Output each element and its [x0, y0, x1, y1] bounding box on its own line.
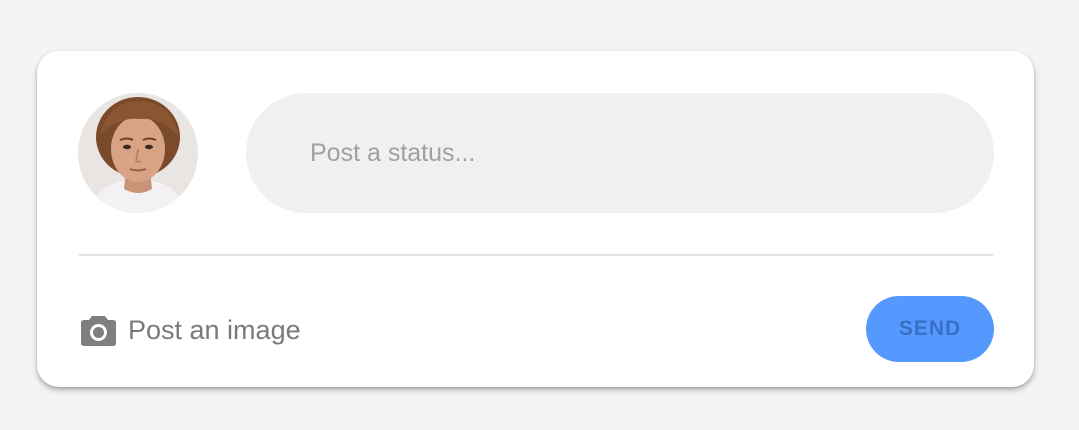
divider: [79, 254, 993, 256]
avatar: [78, 93, 198, 213]
send-button[interactable]: SEND: [866, 296, 994, 362]
status-input[interactable]: [246, 93, 994, 213]
post-image-label: Post an image: [128, 314, 301, 345]
status-composer-card: Post an image SEND: [37, 51, 1034, 387]
camera-icon: [81, 314, 116, 346]
post-image-button[interactable]: Post an image: [81, 310, 301, 350]
